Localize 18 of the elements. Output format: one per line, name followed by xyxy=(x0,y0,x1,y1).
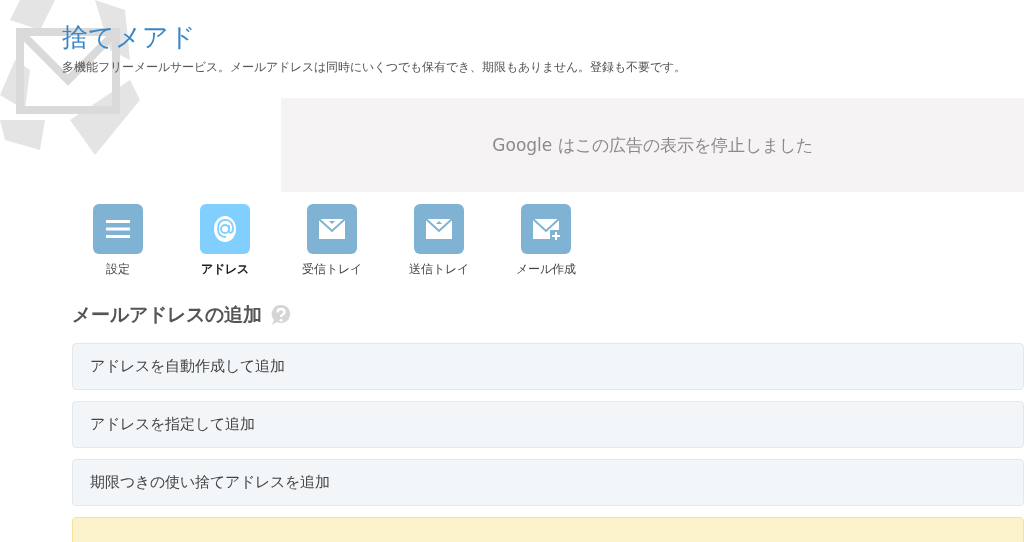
nav-tab[interactable]: アドレス xyxy=(171,204,278,279)
at-sign-icon xyxy=(199,204,250,255)
inbox-envelope-icon xyxy=(306,204,357,255)
site-tagline: 多機能フリーメールサービス。メールアドレスは同時にいくつでも保有でき、期限もありません。登録も不要です。 xyxy=(62,59,687,77)
accordion-header[interactable]: アドレスを指定して追加 xyxy=(72,400,1024,448)
nav-tab[interactable]: メール作成 xyxy=(492,204,599,279)
accordion-header[interactable]: 期限つきの使い捨てアドレスを追加 xyxy=(72,458,1024,506)
accordion-header[interactable]: アドレスを自動作成して追加 xyxy=(72,342,1024,390)
section-heading: メールアドレスの追加 xyxy=(72,302,262,328)
menu-icon xyxy=(92,204,143,255)
ad-message: Google はこの広告の表示を停止しました xyxy=(492,133,813,157)
compose-envelope-icon xyxy=(520,204,571,255)
nav-tab[interactable]: 受信トレイ xyxy=(278,204,385,279)
nav-tab[interactable]: 設定 xyxy=(64,204,171,279)
outbox-envelope-icon xyxy=(413,204,464,255)
site-title[interactable]: 捨てメアド xyxy=(62,22,1024,54)
nav-tab[interactable]: 送信トレイ xyxy=(385,204,492,279)
help-icon[interactable] xyxy=(270,303,292,326)
